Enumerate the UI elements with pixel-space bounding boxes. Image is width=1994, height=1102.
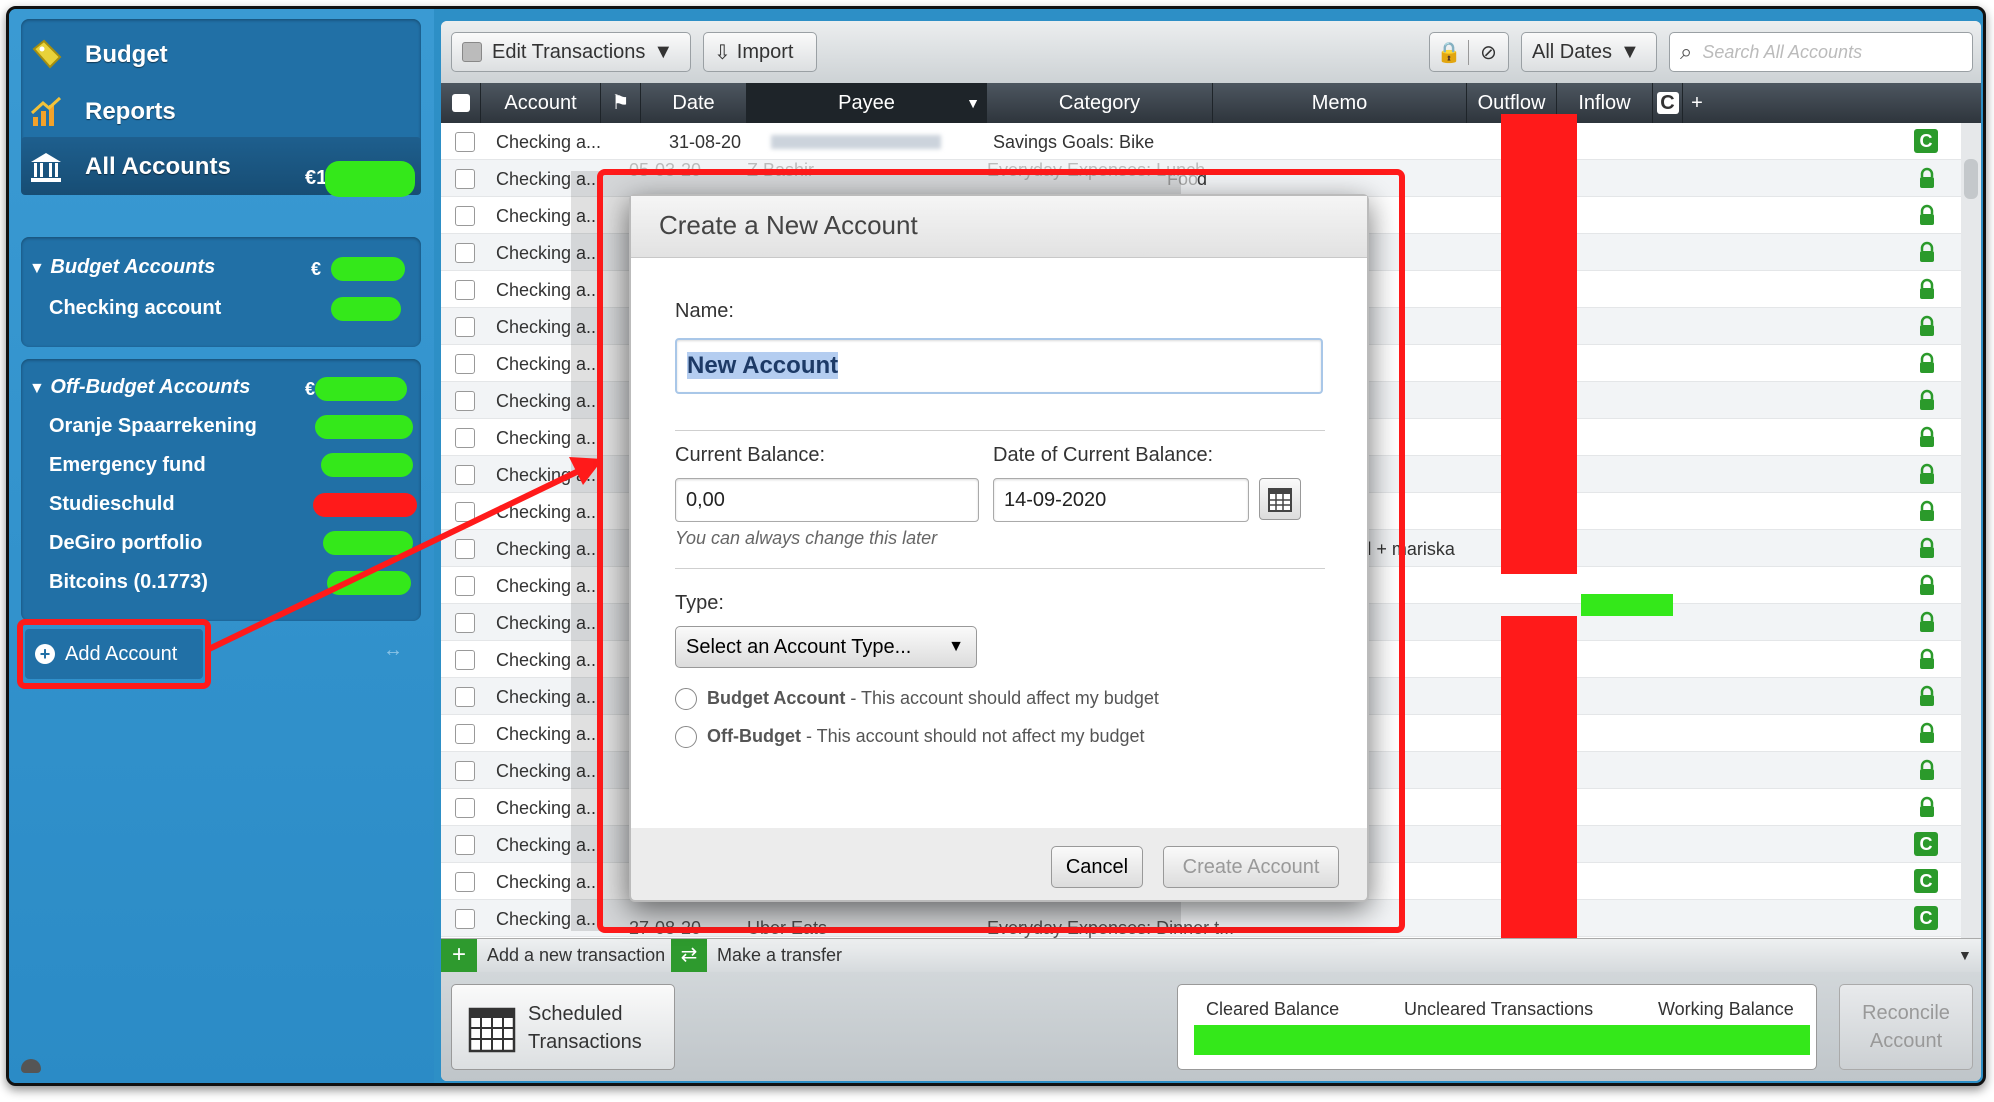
divider: [675, 430, 1325, 431]
offbudget-radio[interactable]: [675, 726, 697, 748]
calendar-icon: [1268, 488, 1292, 512]
type-label: Type:: [675, 592, 724, 614]
date-input[interactable]: 14-09-2020: [993, 478, 1249, 522]
balance-label: Current Balance:: [675, 444, 826, 466]
dialog-title: Create a New Account: [631, 196, 1367, 258]
offbudget-option[interactable]: Off-Budget - This account should not aff…: [707, 726, 1145, 747]
budget-account-radio[interactable]: [675, 688, 697, 710]
balance-hint: You can always change this later: [675, 528, 938, 548]
date-label: Date of Current Balance:: [993, 444, 1214, 466]
name-label: Name:: [675, 300, 734, 322]
cancel-button[interactable]: Cancel: [1051, 846, 1143, 888]
account-type-select[interactable]: Select an Account Type... ▼: [675, 626, 977, 668]
app-window: Budget Reports All Accounts €1 ▼ Budget …: [6, 6, 1986, 1086]
budget-account-option[interactable]: Budget Account - This account should aff…: [707, 688, 1159, 709]
create-account-dialog: Create a New Account Name: New Account C…: [629, 194, 1369, 902]
chevron-down-icon: ▼: [948, 638, 964, 655]
dialog-body: Name: New Account Current Balance: 0,00 …: [631, 258, 1367, 828]
create-account-button[interactable]: Create Account: [1163, 846, 1339, 888]
divider: [675, 568, 1325, 569]
name-input[interactable]: New Account: [675, 338, 1323, 394]
calendar-picker-button[interactable]: [1259, 478, 1301, 520]
current-balance-input[interactable]: 0,00: [675, 478, 979, 522]
